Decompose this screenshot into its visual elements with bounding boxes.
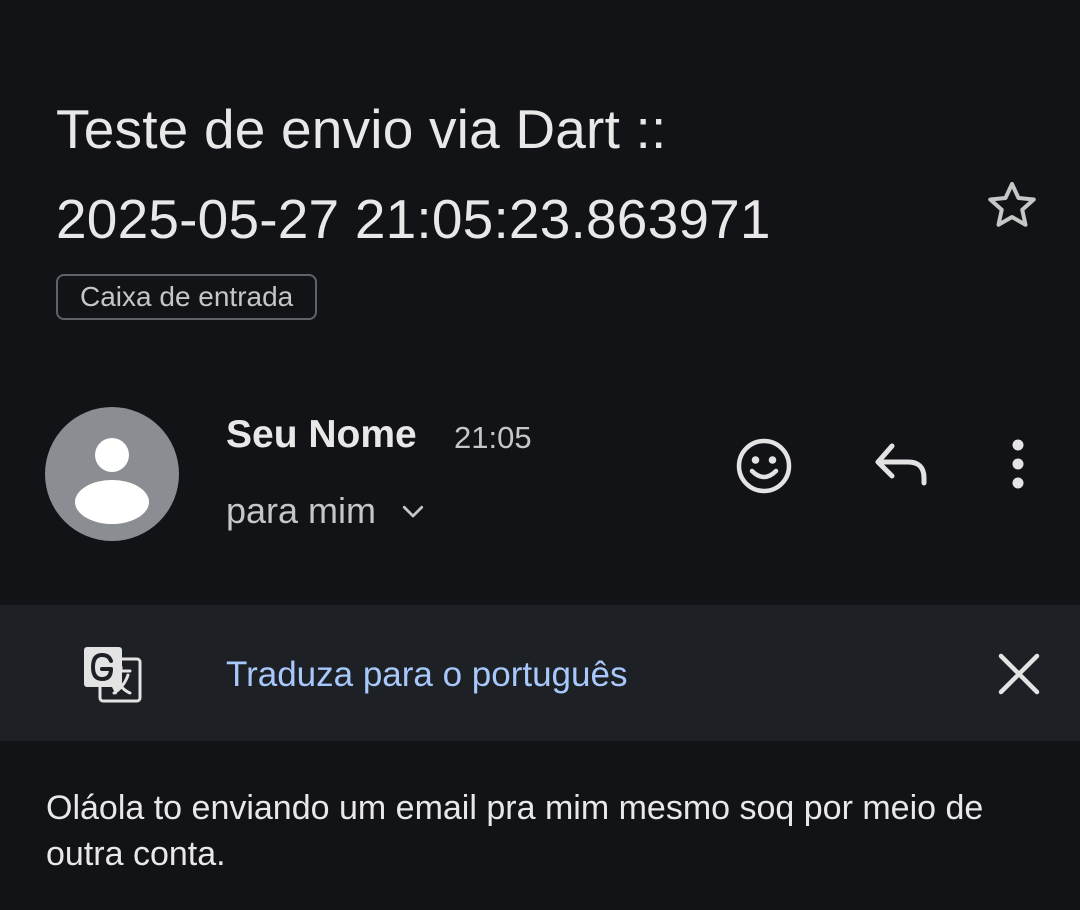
recipient-details-toggle[interactable]: para mim xyxy=(226,486,428,536)
subject-line-1: Teste de envio via Dart :: xyxy=(56,98,667,160)
reply-icon xyxy=(875,443,927,486)
more-options-button[interactable] xyxy=(1002,436,1034,492)
recipient-label: para mim xyxy=(226,490,377,531)
person-icon xyxy=(75,438,149,524)
chevron-down-icon xyxy=(402,505,424,518)
avatar[interactable] xyxy=(45,407,179,541)
sender-name: Seu Nome xyxy=(226,413,417,456)
subject-line-2: 2025-05-27 21:05:23.863971 xyxy=(56,188,771,250)
smiley-icon xyxy=(736,438,792,494)
inbox-label-chip[interactable]: Caixa de entrada xyxy=(56,274,318,320)
email-view: Teste de envio via Dart :: 2025-05-27 21… xyxy=(0,0,1080,910)
add-reaction-button[interactable] xyxy=(734,436,794,496)
google-translate-icon xyxy=(82,645,144,707)
reply-button[interactable] xyxy=(870,436,932,492)
close-translate-button[interactable] xyxy=(996,651,1042,697)
close-icon xyxy=(998,653,1040,695)
email-subject: Teste de envio via Dart :: 2025-05-27 21… xyxy=(56,84,936,264)
more-vert-icon xyxy=(1012,439,1024,489)
email-time: 21:05 xyxy=(454,420,532,455)
translate-link[interactable]: Traduza para o português xyxy=(226,655,627,695)
star-icon[interactable] xyxy=(982,176,1042,236)
email-body: Oláola to enviando um email pra mim mesm… xyxy=(46,789,984,873)
translate-bar: Traduza para o português xyxy=(0,605,1080,741)
